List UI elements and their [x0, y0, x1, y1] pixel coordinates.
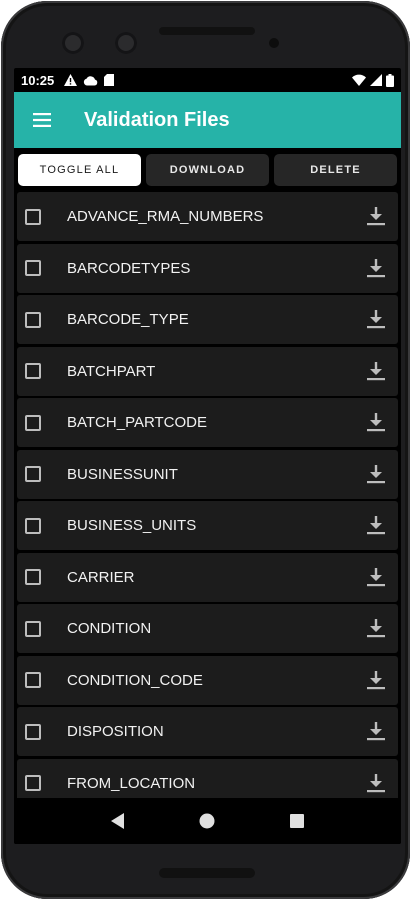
file-list-item[interactable]: CARRIER	[17, 552, 398, 602]
file-name-label: BARCODETYPES	[67, 259, 191, 277]
file-checkbox[interactable]	[25, 466, 41, 482]
download-icon[interactable]	[366, 206, 386, 226]
front-camera-secondary-icon	[115, 32, 137, 54]
phone-top-bezel	[1, 1, 410, 71]
earpiece-speaker	[159, 27, 255, 35]
file-list-item[interactable]: DISPOSITION	[17, 707, 398, 756]
toggle-all-button[interactable]: TOGGLE ALL	[18, 154, 141, 186]
file-checkbox[interactable]	[25, 208, 41, 225]
app-bar: Validation Files	[14, 92, 401, 148]
file-list-item[interactable]: ADVANCE_RMA_NUMBERS	[17, 192, 398, 241]
file-checkbox[interactable]	[25, 363, 41, 379]
download-icon[interactable]	[366, 618, 386, 638]
file-list-item[interactable]: BARCODETYPES	[17, 243, 398, 293]
download-icon[interactable]	[366, 515, 386, 535]
file-checkbox[interactable]	[25, 672, 41, 688]
recents-icon[interactable]	[289, 814, 304, 828]
page-title: Validation Files	[84, 108, 230, 131]
file-checkbox[interactable]	[25, 775, 41, 791]
cloud-icon	[84, 75, 98, 85]
file-checkbox[interactable]	[25, 723, 41, 740]
download-icon[interactable]	[366, 361, 386, 381]
status-bar: 10:25	[14, 68, 401, 92]
download-icon[interactable]	[366, 258, 386, 278]
download-icon[interactable]	[366, 721, 386, 741]
hamburger-menu-icon[interactable]	[14, 92, 70, 148]
download-icon[interactable]	[366, 309, 386, 329]
sd-card-icon	[104, 74, 115, 86]
delete-button[interactable]: DELETE	[274, 154, 397, 186]
download-icon[interactable]	[366, 412, 386, 432]
download-icon[interactable]	[366, 773, 386, 793]
file-list-item[interactable]: BATCHPART	[17, 346, 398, 396]
file-name-label: CONDITION	[67, 620, 152, 637]
signal-icon	[370, 74, 382, 86]
file-list-item[interactable]: CONDITION_CODE	[17, 655, 398, 705]
bottom-speaker	[159, 868, 255, 878]
screen: 10:25 Validation Files TOGGLE ALL DOWNLO…	[14, 68, 401, 844]
system-nav-bar	[14, 798, 401, 844]
file-name-label: DISPOSITION	[67, 723, 164, 740]
file-list-item[interactable]: BARCODE_TYPE	[17, 295, 398, 344]
file-checkbox[interactable]	[25, 311, 41, 328]
file-name-label: BARCODE_TYPE	[67, 311, 189, 328]
file-name-label: CONDITION_CODE	[67, 671, 203, 689]
file-name-label: BUSINESS_UNITS	[67, 517, 197, 534]
download-button[interactable]: DOWNLOAD	[146, 154, 269, 186]
file-name-label: BATCH_PARTCODE	[67, 414, 208, 431]
download-icon[interactable]	[366, 464, 386, 484]
file-list-item[interactable]: CONDITION	[17, 604, 398, 653]
file-name-label: ADVANCE_RMA_NUMBERS	[67, 208, 264, 225]
file-list-item[interactable]: BUSINESSUNIT	[17, 449, 398, 499]
file-name-label: FROM_LOCATION	[67, 774, 196, 792]
file-checkbox[interactable]	[25, 569, 41, 585]
file-name-label: CARRIER	[67, 568, 135, 586]
file-name-label: BUSINESSUNIT	[67, 465, 178, 483]
wifi-icon	[352, 74, 366, 86]
status-time: 10:25	[21, 72, 55, 88]
phone-frame: 10:25 Validation Files TOGGLE ALL DOWNLO…	[1, 1, 410, 899]
file-list-item[interactable]: BATCH_PARTCODE	[17, 398, 398, 447]
download-icon[interactable]	[366, 567, 386, 587]
warning-icon	[64, 74, 78, 86]
home-icon[interactable]	[199, 813, 215, 829]
file-checkbox[interactable]	[25, 620, 41, 637]
battery-icon	[386, 73, 394, 87]
back-icon[interactable]	[111, 813, 125, 829]
front-camera-icon	[62, 32, 84, 54]
proximity-sensor	[269, 38, 279, 48]
file-name-label: BATCHPART	[67, 362, 156, 380]
action-toolbar: TOGGLE ALL DOWNLOAD DELETE	[14, 148, 401, 192]
file-list: ADVANCE_RMA_NUMBERS BARCODETYPES BARCODE_T…	[14, 192, 401, 808]
file-checkbox[interactable]	[25, 517, 41, 534]
file-list-item[interactable]: BUSINESS_UNITS	[17, 501, 398, 550]
file-checkbox[interactable]	[25, 260, 41, 276]
download-icon[interactable]	[366, 670, 386, 690]
file-checkbox[interactable]	[25, 414, 41, 431]
